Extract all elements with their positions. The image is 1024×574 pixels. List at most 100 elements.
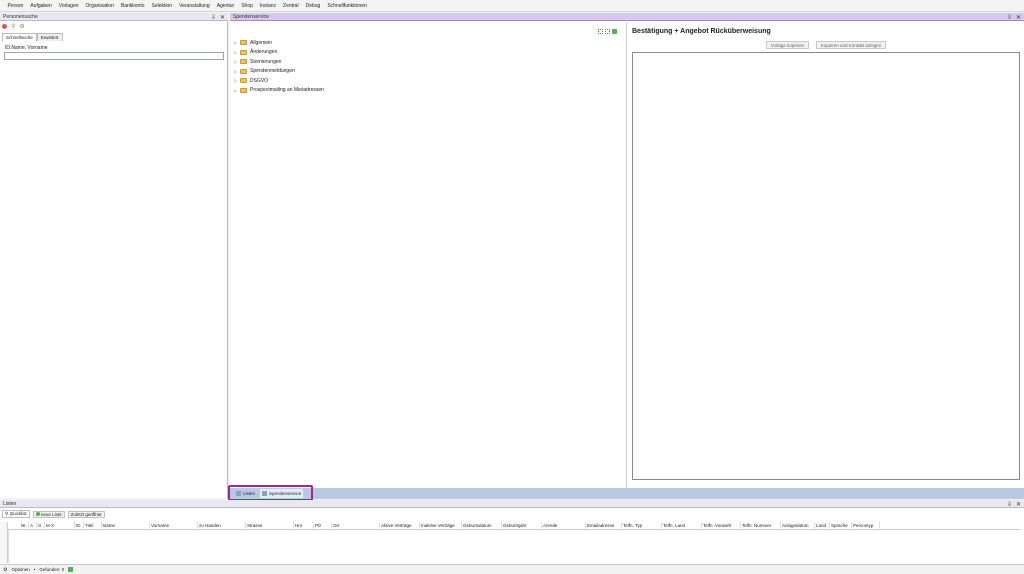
- pin-icon[interactable]: ⇩: [1007, 14, 1012, 21]
- copy-template-button[interactable]: Vorlage kopieren: [766, 41, 809, 49]
- menu-agentur[interactable]: Agentur: [213, 3, 238, 9]
- copy-and-contact-button[interactable]: Kopieren und Kontakt anlegen: [816, 41, 886, 49]
- found-count: Gefunden: 0: [39, 567, 65, 572]
- menu-aufgaben[interactable]: Aufgaben: [27, 3, 55, 9]
- add-icon: [35, 511, 40, 516]
- spendenservice-title: Spendenservice: [233, 13, 269, 20]
- folder-icon: [240, 68, 247, 74]
- col-zu-handen[interactable]: zu Handen: [198, 522, 246, 530]
- menu-debug[interactable]: Debug: [302, 3, 324, 9]
- menu-instanz[interactable]: Instanz: [256, 3, 279, 9]
- col-telfn-vorwahl[interactable]: Telfn. Vorwahl: [702, 522, 741, 530]
- view-toolbar: [598, 29, 617, 34]
- clear-icon[interactable]: [2, 24, 7, 29]
- tree-item-prospectmailing[interactable]: ▷ Prospectmailing an Mietadressen: [234, 86, 324, 96]
- template-editor[interactable]: [632, 52, 1020, 480]
- col-aktive-vertraege[interactable]: Aktive Verträge: [380, 522, 420, 530]
- menu-bankkonto[interactable]: Bankkonto: [117, 3, 148, 9]
- menu-zentral[interactable]: Zentral: [280, 3, 303, 9]
- search-icon[interactable]: ⚲: [11, 23, 15, 30]
- folder-icon: [240, 87, 247, 93]
- tab-quicklist[interactable]: ⚲ Quicklist: [2, 510, 30, 518]
- pin-icon[interactable]: ⇩: [1007, 501, 1012, 508]
- tab-schnellsuche[interactable]: Schnellsuche: [2, 33, 37, 41]
- splitter[interactable]: [626, 22, 627, 488]
- folder-icon: [240, 49, 247, 55]
- lists-title: Listen: [3, 500, 17, 507]
- col-telfn-typ[interactable]: Telfn. Typ: [622, 522, 662, 530]
- close-icon[interactable]: ✕: [1016, 501, 1021, 508]
- col-anlagedatum[interactable]: Anlagedatum: [781, 522, 815, 530]
- search-tabs: Schnellsuche Erweitert: [2, 33, 63, 41]
- options-icon[interactable]: ⚙: [3, 567, 7, 573]
- menu-selektion[interactable]: Selektion: [148, 3, 176, 9]
- menu-veranstaltung[interactable]: Veranstaltung: [176, 3, 214, 9]
- tree-item-label: Prospectmailing an Mietadressen: [250, 87, 324, 94]
- tab-neue-liste[interactable]: neue Liste: [32, 510, 65, 518]
- folder-icon: [240, 40, 247, 46]
- search-input[interactable]: [4, 52, 224, 60]
- tree-item-spendenmeldungen[interactable]: ▷ Spendenmeldungen: [234, 67, 324, 77]
- person-search-panel: Personensuche ⇩ ✕ ⚲ ⚙ Schnellsuche Erwei…: [0, 13, 228, 498]
- export-icon[interactable]: [68, 567, 74, 572]
- pin-icon[interactable]: ⇩: [211, 14, 216, 21]
- col-emailadresse[interactable]: Emailadresse: [586, 522, 622, 530]
- table-header: Nr. A G M X ID Titel Name Vorname zu Han…: [8, 522, 1020, 530]
- col-strasse[interactable]: Strasse: [246, 522, 294, 530]
- search-toolbar: ⚲ ⚙: [2, 23, 25, 30]
- tree-item-aenderungen[interactable]: ▷ Änderungen: [234, 48, 324, 58]
- col-geburtsdatum[interactable]: Geburtsdatum: [462, 522, 502, 530]
- col-geburtsjahr[interactable]: Geburtsjahr: [502, 522, 542, 530]
- lists-toolbar: ⚲ Quicklist neue Liste Zuletzt geöffnet: [2, 510, 105, 518]
- menu-vorlagen[interactable]: Vorlagen: [55, 3, 82, 9]
- close-icon[interactable]: ✕: [220, 14, 225, 21]
- tab-erweitert[interactable]: Erweitert: [36, 33, 63, 41]
- settings-icon[interactable]: ⚙: [19, 23, 24, 30]
- col-vorname[interactable]: Vorname: [150, 522, 198, 530]
- table-body[interactable]: [8, 530, 1020, 563]
- col-ort[interactable]: Ort: [332, 522, 380, 530]
- menu-schnellfunktionen[interactable]: Schnellfunktionen: [324, 3, 370, 9]
- tab-zuletzt-geoeffnet[interactable]: Zuletzt geöffnet: [67, 510, 105, 518]
- col-titel[interactable]: Titel: [84, 522, 102, 530]
- col-sprache[interactable]: Sprache: [830, 522, 852, 530]
- col-plz[interactable]: Plz: [314, 522, 332, 530]
- col-persontyp[interactable]: Persontyp: [852, 522, 880, 530]
- col-id[interactable]: ID: [75, 522, 84, 530]
- spendenservice-header: Spendenservice ⇩ ✕: [230, 13, 1024, 21]
- search-label: ID,Name, Vorname: [5, 45, 48, 51]
- tree-item-stornierungen[interactable]: ▷ Stornierungen: [234, 57, 324, 67]
- col-inaktive-vertraege[interactable]: Inaktive Verträge: [420, 522, 462, 530]
- highlight-box: [228, 485, 313, 501]
- lists-panel: Listen ⇩ ✕ ⚲ Quicklist neue Liste Zuletz…: [0, 500, 1024, 574]
- col-nr[interactable]: Nr.: [20, 522, 29, 530]
- tree-item-dsgvo[interactable]: ▷ DSGVO: [234, 76, 324, 86]
- menu-person[interactable]: Person: [4, 3, 27, 9]
- menu-shop[interactable]: Shop: [238, 3, 257, 9]
- person-search-title: Personensuche: [3, 13, 38, 20]
- col-a[interactable]: A: [29, 522, 37, 530]
- col-telfn-land[interactable]: Telfn. Land: [662, 522, 702, 530]
- col-land[interactable]: Land: [815, 522, 830, 530]
- collapse-icon[interactable]: [605, 29, 610, 34]
- col-telfn-nummer[interactable]: Telfn. Nummer: [741, 522, 781, 530]
- close-icon[interactable]: ✕: [1016, 14, 1021, 21]
- tree-item-label: Allgemein: [250, 39, 272, 46]
- col-g[interactable]: G: [37, 522, 45, 530]
- document-tab-strip: [230, 488, 1024, 499]
- menu-organisation[interactable]: Organisation: [82, 3, 117, 9]
- col-hnr[interactable]: Hnr: [294, 522, 314, 530]
- col-mx[interactable]: M X: [45, 522, 75, 530]
- refresh-icon[interactable]: [612, 29, 617, 34]
- tree-item-label: Stornierungen: [250, 58, 282, 65]
- expand-icon[interactable]: [598, 29, 603, 34]
- col-anrede[interactable]: Anrede: [542, 522, 586, 530]
- tree-item-label: Spendenmeldungen: [250, 68, 295, 75]
- tab-quicklist-label: Quicklist: [9, 511, 27, 516]
- person-search-header: Personensuche ⇩ ✕: [0, 13, 228, 21]
- tree-item-allgemein[interactable]: ▷ Allgemein: [234, 38, 324, 48]
- tab-neue-liste-label: neue Liste: [40, 511, 62, 517]
- options-button[interactable]: Optionen: [11, 567, 29, 572]
- col-name[interactable]: Name: [102, 522, 150, 530]
- row-header-column: [0, 522, 8, 563]
